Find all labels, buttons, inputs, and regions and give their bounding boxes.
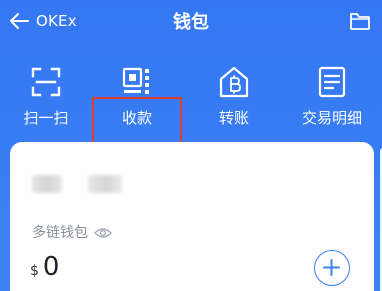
folder-icon <box>348 13 372 37</box>
balance-amount: 0 <box>42 252 60 282</box>
scan-icon <box>28 64 64 100</box>
receive-button[interactable]: 收款 <box>89 54 185 140</box>
transfer-button[interactable]: 转账 <box>186 54 282 140</box>
wallet-name: 多链钱包 <box>32 225 88 241</box>
wallet-name-row: 多链钱包 <box>32 222 112 242</box>
wallet-screen: OKEx 钱包 扫一扫 收款 转账 交易明细 多链钱包 $ 0 <box>0 0 382 291</box>
transaction-details-icon <box>314 64 350 100</box>
wallet-card[interactable]: 多链钱包 $ 0 <box>10 142 374 291</box>
transaction-details-label: 交易明细 <box>301 109 362 127</box>
eye-icon[interactable] <box>94 225 112 239</box>
transfer-icon <box>216 64 252 100</box>
balance-row: $ 0 <box>30 252 59 282</box>
scan-label: 扫一扫 <box>23 109 69 127</box>
receive-label: 收款 <box>121 109 152 127</box>
receive-qr-icon <box>119 64 155 100</box>
add-button[interactable] <box>314 250 350 286</box>
currency-symbol: $ <box>30 263 39 279</box>
page-title: 钱包 <box>173 12 209 33</box>
transaction-details-button[interactable]: 交易明细 <box>284 54 380 140</box>
scan-button[interactable]: 扫一扫 <box>0 54 94 140</box>
transfer-label: 转账 <box>218 109 249 127</box>
redacted-avatar <box>32 175 62 193</box>
quick-actions: 扫一扫 收款 转账 交易明细 <box>0 54 382 193</box>
top-bar: OKEx 钱包 <box>0 0 382 44</box>
folder-button[interactable] <box>348 9 372 33</box>
redacted-text <box>88 175 122 193</box>
